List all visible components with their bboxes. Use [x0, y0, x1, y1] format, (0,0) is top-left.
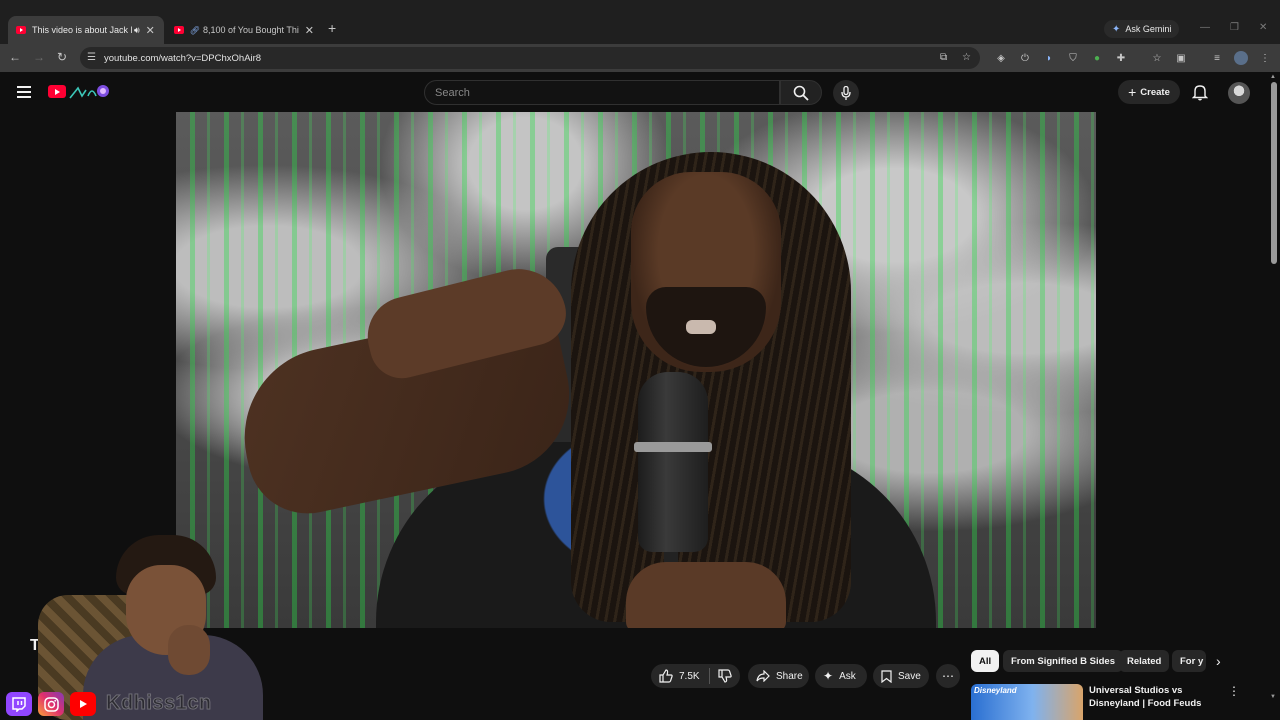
recommendation-menu-icon[interactable]: ⋮	[1228, 684, 1240, 698]
plus-icon: +	[1128, 84, 1137, 100]
gemini-sparkle-icon: ✦	[1112, 23, 1121, 35]
dislike-button[interactable]	[710, 669, 732, 683]
install-app-icon[interactable]: ⧉	[940, 52, 947, 63]
thumbs-up-icon	[659, 669, 673, 683]
chip-related[interactable]: Related	[1119, 650, 1170, 672]
extensions-puzzle-icon[interactable]: ✚	[1114, 51, 1128, 65]
site-info-icon[interactable]: ☰	[87, 52, 96, 63]
thumbnail-text: Disneyland	[974, 686, 1017, 695]
tab-title: 8,100 of You Bought This Br	[202, 25, 299, 35]
address-bar[interactable]: ☰ youtube.com/watch?v=DPChxOhAir8	[80, 47, 980, 69]
search-input[interactable]: Search	[424, 80, 780, 105]
search-button[interactable]	[780, 80, 822, 105]
youtube-favicon-icon	[174, 26, 184, 34]
share-label: Share	[776, 670, 803, 682]
forward-arrow-icon[interactable]: →	[33, 50, 45, 64]
create-label: Create	[1140, 86, 1170, 98]
more-horizontal-icon: ⋯	[942, 669, 954, 683]
extension-green-icon[interactable]: ●	[1090, 51, 1104, 65]
ask-sparkle-icon: ✦	[823, 669, 834, 683]
search-icon	[793, 85, 809, 101]
video-player[interactable]	[176, 112, 1096, 628]
voice-search-button[interactable]	[833, 80, 859, 106]
video-frame-mic-band	[634, 442, 712, 452]
url-text: youtube.com/watch?v=DPChxOhAir8	[104, 52, 262, 64]
share-arrow-icon	[756, 670, 770, 682]
tab-active[interactable]: This video is about Jack Ha 🔊︎ ✕	[8, 16, 164, 44]
ask-label: Ask	[839, 670, 856, 682]
account-avatar[interactable]	[1228, 82, 1250, 104]
speaker-icon[interactable]: 🔊︎	[134, 25, 140, 36]
like-count: 7.5K	[679, 670, 700, 682]
microphone-icon	[841, 85, 851, 100]
ask-gemini-label: Ask Gemini	[1125, 24, 1172, 34]
youtube-favicon-icon	[16, 26, 26, 34]
thumbs-down-icon	[718, 669, 732, 683]
chip-for-you[interactable]: For y	[1172, 650, 1206, 672]
profile-avatar-icon[interactable]	[1234, 51, 1248, 65]
instagram-icon	[38, 692, 64, 716]
share-button[interactable]: Share	[748, 664, 809, 688]
like-button[interactable]: 7.5K	[651, 669, 709, 683]
scroll-up-arrow-icon[interactable]: ▲	[1270, 74, 1276, 80]
recommendation-thumbnail[interactable]: Disneyland	[971, 684, 1083, 720]
youtube-logo-icon[interactable]	[48, 85, 66, 98]
notifications-bell-icon[interactable]	[1192, 83, 1208, 101]
chip-from-channel[interactable]: From Signified B Sides	[1003, 650, 1123, 672]
chevron-right-icon[interactable]: ›	[1216, 653, 1221, 669]
close-window-icon[interactable]: ✕	[1259, 22, 1267, 33]
video-frame-microphone	[638, 372, 708, 552]
new-tab-button[interactable]: +	[328, 20, 336, 36]
bookmarks-icon[interactable]: ☆	[1150, 51, 1164, 65]
close-tab-icon[interactable]: ✕	[305, 24, 314, 37]
youtube-doodle-logo[interactable]	[68, 82, 110, 102]
extension-audio-icon[interactable]: ◗	[1042, 51, 1056, 65]
link-icon: 🔗︎	[189, 25, 200, 35]
side-panel-icon[interactable]: ▣	[1174, 51, 1188, 65]
recommendation-title[interactable]: Universal Studios vs Disneyland | Food F…	[1089, 684, 1227, 710]
video-frame-mouth	[686, 320, 716, 334]
extension-gift-icon[interactable]: ◈	[994, 51, 1008, 65]
reload-icon[interactable]: ↻	[57, 50, 67, 64]
browser-menu-icon[interactable]: ⋮	[1258, 51, 1272, 65]
chip-all[interactable]: All	[971, 650, 1000, 672]
streamer-handle: Kdhiss1cn	[106, 692, 212, 715]
scroll-down-arrow-icon[interactable]: ▼	[1270, 694, 1276, 700]
minimize-icon[interactable]: —	[1200, 22, 1210, 33]
webcam-hand	[168, 625, 210, 675]
tab-inactive[interactable]: 🔗︎ 8,100 of You Bought This Br ✕	[166, 16, 322, 44]
tab-title: This video is about Jack Ha	[32, 25, 132, 35]
save-button[interactable]: Save	[873, 664, 929, 688]
page-scrollbar[interactable]	[1271, 82, 1277, 264]
youtube-social-icon	[70, 692, 96, 716]
guide-menu-icon[interactable]	[17, 86, 31, 101]
video-frame-hands	[626, 562, 786, 628]
create-button[interactable]: + Create	[1118, 80, 1180, 104]
extension-power-icon[interactable]: ⏻	[1018, 51, 1032, 65]
like-dislike-group: 7.5K	[651, 664, 740, 688]
twitch-icon	[6, 692, 32, 716]
save-bookmark-icon	[881, 669, 892, 683]
close-tab-icon[interactable]: ✕	[146, 24, 155, 37]
more-actions-button[interactable]: ⋯	[936, 664, 960, 688]
save-label: Save	[898, 670, 921, 682]
extension-shield-icon[interactable]: ⛉	[1066, 51, 1080, 65]
bookmark-star-icon[interactable]: ☆	[962, 52, 971, 63]
ask-gemini-button[interactable]: ✦ Ask Gemini	[1104, 20, 1180, 38]
ask-button[interactable]: ✦ Ask	[815, 664, 867, 688]
media-controls-icon[interactable]: ≡	[1210, 51, 1224, 65]
maximize-icon[interactable]: ❐	[1230, 22, 1239, 33]
back-arrow-icon[interactable]: ←	[9, 50, 21, 64]
